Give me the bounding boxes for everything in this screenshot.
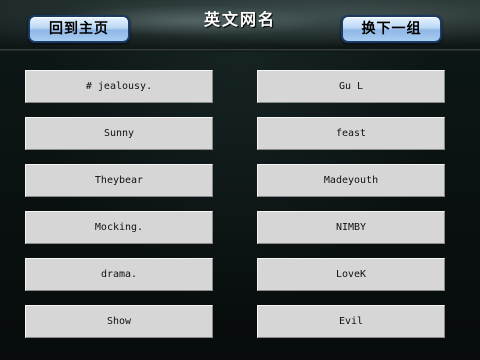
name-item-right[interactable]: Evil — [257, 305, 445, 338]
name-item-right[interactable]: LoveK — [257, 258, 445, 291]
next-group-button[interactable]: 换下一组 — [341, 15, 442, 43]
name-item-right[interactable]: Gu L — [257, 70, 445, 103]
app-window: 回到主页 英文网名 换下一组 # jealousy. Sunny Theybea… — [0, 0, 480, 360]
name-item-right[interactable]: Madeyouth — [257, 164, 445, 197]
name-item-right[interactable]: NIMBY — [257, 211, 445, 244]
name-item-left[interactable]: Show — [25, 305, 213, 338]
name-item-left[interactable]: Sunny — [25, 117, 213, 150]
home-button[interactable]: 回到主页 — [28, 15, 130, 43]
name-item-left[interactable]: Theybear — [25, 164, 213, 197]
name-item-left[interactable]: Mocking. — [25, 211, 213, 244]
header-bar: 回到主页 英文网名 换下一组 — [0, 0, 480, 52]
page-title: 英文网名 — [203, 10, 276, 29]
name-item-right[interactable]: feast — [257, 117, 445, 150]
name-item-left[interactable]: # jealousy. — [25, 70, 213, 103]
names-grid: # jealousy. Sunny Theybear Mocking. dram… — [0, 52, 480, 360]
name-item-left[interactable]: drama. — [25, 258, 213, 291]
